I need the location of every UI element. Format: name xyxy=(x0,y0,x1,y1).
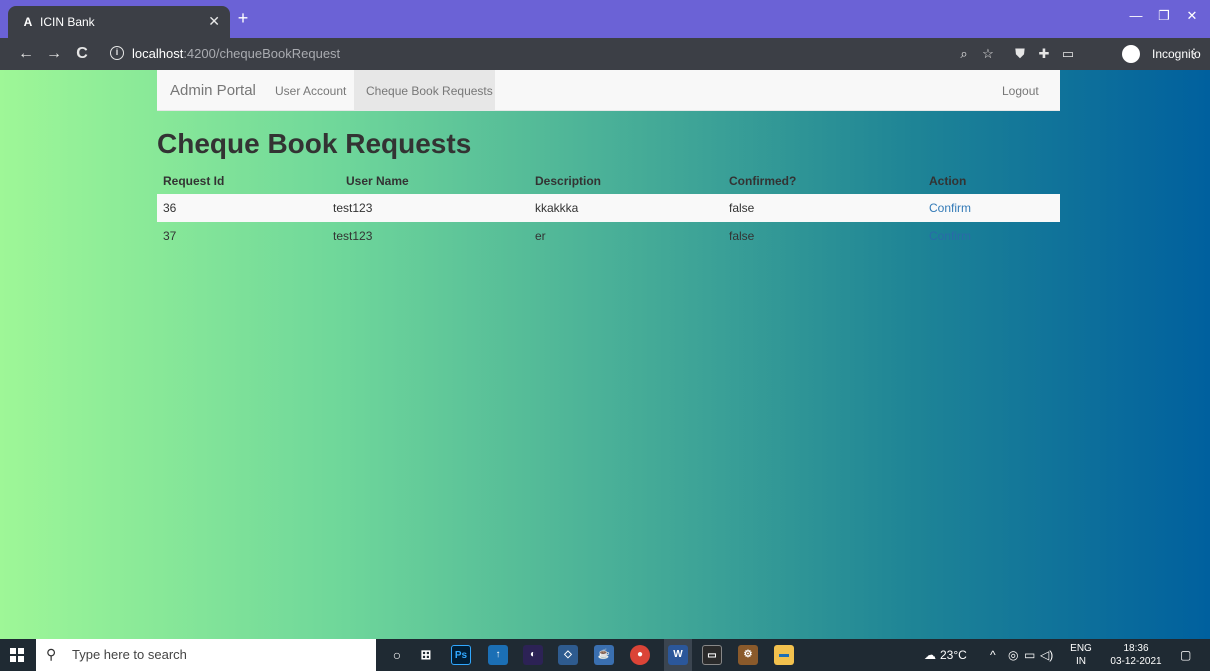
browser-tab-bar: A ICIN Bank ✕ + — ❐ ✕ xyxy=(0,0,1210,38)
logout-link[interactable]: Logout xyxy=(1002,84,1039,98)
cortana-icon[interactable]: ○ xyxy=(387,645,407,665)
tab-title: ICIN Bank xyxy=(40,15,95,29)
cell-description: er xyxy=(535,229,546,243)
mysql-icon[interactable]: ⚙ xyxy=(738,645,758,665)
file-explorer-icon[interactable]: ▬ xyxy=(774,645,794,665)
windows-taskbar: ⚲ Type here to search ○ ⊞ Ps ↑ ◐ ◇ ☕ ● W… xyxy=(0,639,1210,671)
header-action: Action xyxy=(929,174,967,188)
vscode-icon[interactable]: ◇ xyxy=(558,645,578,665)
cell-user-name: test123 xyxy=(333,201,373,215)
url-text: localhost:4200/chequeBookRequest xyxy=(132,46,341,61)
volume-icon[interactable]: ◁) xyxy=(1040,648,1053,662)
terminal-icon[interactable]: ▭ xyxy=(702,645,722,665)
cell-confirmed: false xyxy=(729,229,755,243)
region-label[interactable]: IN xyxy=(1070,656,1092,667)
header-request-id: Request Id xyxy=(163,174,225,188)
notifications-icon[interactable]: ▢ xyxy=(1180,648,1191,662)
header-description: Description xyxy=(535,174,602,188)
cell-request-id: 37 xyxy=(163,229,177,243)
nav-link-user-account[interactable]: User Account xyxy=(275,84,346,98)
cell-user-name: test123 xyxy=(333,229,373,243)
reload-icon[interactable]: C xyxy=(72,44,92,64)
photoshop-icon[interactable]: Ps xyxy=(451,645,471,665)
incognito-icon xyxy=(1122,45,1140,63)
cell-request-id: 36 xyxy=(163,201,177,215)
cell-confirmed: false xyxy=(729,201,755,215)
angular-favicon-icon: A xyxy=(23,15,33,29)
cell-description: kkakkka xyxy=(535,201,579,215)
clock-date[interactable]: 03-12-2021 xyxy=(1106,656,1166,667)
page-title: Cheque Book Requests xyxy=(157,128,472,159)
browser-toolbar: ← → C i localhost:4200/chequeBookRequest… xyxy=(0,38,1210,70)
shield-extension-icon[interactable]: ⛊ xyxy=(1012,46,1028,62)
header-user-name: User Name xyxy=(346,174,409,188)
task-view-icon[interactable]: ⊞ xyxy=(416,645,436,665)
cast-icon[interactable]: ▭ xyxy=(1060,46,1076,62)
java-icon[interactable]: ☕ xyxy=(594,645,614,665)
back-icon[interactable]: ← xyxy=(16,44,36,64)
confirm-link[interactable]: Confirm xyxy=(929,201,971,215)
info-icon[interactable]: i xyxy=(110,46,124,60)
navbar-brand[interactable]: Admin Portal xyxy=(170,82,256,100)
forward-icon[interactable]: → xyxy=(44,44,64,64)
weather-temperature[interactable]: 23°C xyxy=(940,648,967,662)
close-window-icon[interactable]: ✕ xyxy=(1182,8,1202,24)
table-row: 37 test123 er false Confirm xyxy=(157,222,1060,250)
close-tab-icon[interactable]: ✕ xyxy=(208,13,220,29)
chrome-icon[interactable]: ● xyxy=(630,645,650,665)
extensions-puzzle-icon[interactable]: ✚ xyxy=(1036,46,1052,62)
minimize-icon[interactable]: — xyxy=(1126,8,1146,24)
zoom-icon[interactable]: ⌕ xyxy=(956,46,972,62)
weather-icon[interactable]: ☁ xyxy=(924,648,936,662)
confirm-link[interactable]: Confirm xyxy=(929,229,971,243)
taskbar-search-placeholder: Type here to search xyxy=(72,647,187,662)
restore-icon[interactable]: ❐ xyxy=(1154,8,1174,24)
top-navbar: Admin Portal User Account Cheque Book Re… xyxy=(157,70,1060,111)
menu-kebab-icon[interactable]: ⋮ xyxy=(1186,46,1202,62)
taskbar-search-box[interactable]: ⚲ Type here to search xyxy=(36,639,376,671)
browser-tab[interactable]: A ICIN Bank ✕ xyxy=(8,6,230,38)
windows-start-icon[interactable] xyxy=(10,648,24,662)
header-confirmed: Confirmed? xyxy=(729,174,797,188)
star-icon[interactable]: ☆ xyxy=(980,46,996,62)
word-icon[interactable]: W xyxy=(668,645,688,665)
network-icon[interactable]: ◎ xyxy=(1008,648,1018,662)
tray-chevron-icon[interactable]: ^ xyxy=(990,648,996,662)
language-label[interactable]: ENG xyxy=(1070,643,1092,654)
address-bar[interactable]: i localhost:4200/chequeBookRequest xyxy=(108,43,980,65)
eclipse-icon[interactable]: ◐ xyxy=(523,645,543,665)
search-icon: ⚲ xyxy=(46,646,57,662)
page-background: Admin Portal User Account Cheque Book Re… xyxy=(0,70,1210,639)
table-header: Request Id User Name Description Confirm… xyxy=(157,170,1060,194)
upload-app-icon[interactable]: ↑ xyxy=(488,645,508,665)
clock-time[interactable]: 18:36 xyxy=(1106,643,1166,654)
new-tab-icon[interactable]: + xyxy=(234,9,252,27)
nav-link-cheque-book-requests[interactable]: Cheque Book Requests xyxy=(366,84,493,98)
battery-icon[interactable]: ▭ xyxy=(1024,648,1035,662)
table-row: 36 test123 kkakkka false Confirm xyxy=(157,194,1060,222)
